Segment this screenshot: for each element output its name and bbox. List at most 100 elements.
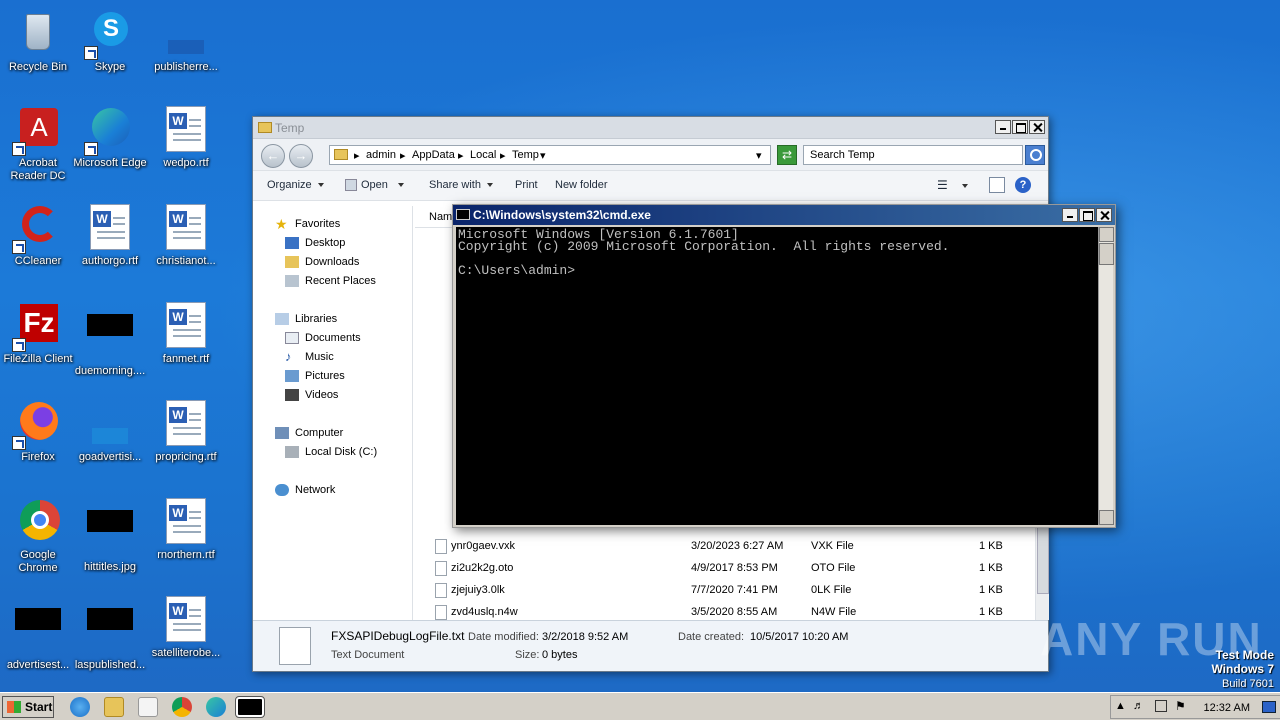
- print-button[interactable]: Print: [515, 179, 538, 191]
- cmd-window[interactable]: C:\Windows\system32\cmd.exe Microsoft Wi…: [452, 204, 1116, 528]
- desktop-icon-laspublished[interactable]: laspublished...: [72, 592, 148, 680]
- minimize-button[interactable]: [1062, 208, 1078, 222]
- minimize-button[interactable]: [995, 120, 1011, 134]
- image-file-icon: [86, 314, 134, 362]
- scrollbar-thumb[interactable]: [1099, 243, 1114, 265]
- computer-icon: [275, 427, 289, 439]
- desktop-icon-edge[interactable]: Microsoft Edge: [72, 102, 148, 190]
- cmd-taskbar-icon[interactable]: [235, 696, 265, 718]
- address-dropdown-icon[interactable]: ▾: [756, 149, 762, 162]
- ccleaner-icon: [12, 204, 62, 254]
- explorer-taskbar-icon[interactable]: [104, 697, 124, 717]
- show-hidden-icons-icon[interactable]: ▲: [1115, 700, 1126, 712]
- cmd-titlebar[interactable]: C:\Windows\system32\cmd.exe: [453, 205, 1115, 225]
- nav-videos[interactable]: Videos: [305, 387, 338, 403]
- desktop-icon-propricing[interactable]: W propricing.rtf: [148, 396, 224, 484]
- volume-icon[interactable]: ♬: [1133, 700, 1144, 712]
- back-button[interactable]: ←: [261, 144, 285, 168]
- desktop-icon-ccleaner[interactable]: CCleaner: [0, 200, 76, 288]
- scroll-up-button[interactable]: [1099, 227, 1114, 242]
- breadcrumb-appdata[interactable]: AppData: [412, 149, 455, 161]
- search-input[interactable]: Search Temp: [803, 145, 1023, 165]
- column-name[interactable]: Nam: [429, 211, 452, 223]
- desktop-icon-duemorning[interactable]: duemorning....: [72, 298, 148, 386]
- action-center-icon[interactable]: ⚑: [1175, 699, 1186, 713]
- nav-computer[interactable]: Computer: [295, 425, 343, 441]
- file-size: 1 KB: [979, 540, 1003, 552]
- preview-pane-icon[interactable]: [989, 177, 1005, 193]
- recycle-bin-icon: [14, 10, 62, 58]
- desktop-icon-chrome[interactable]: Google Chrome: [0, 494, 76, 582]
- table-row[interactable]: zi2u2k2g.oto 4/9/2017 8:53 PM OTO File 1…: [415, 558, 1035, 580]
- nav-network[interactable]: Network: [295, 482, 335, 498]
- details-size: 0 bytes: [542, 649, 578, 661]
- nav-libraries[interactable]: Libraries: [295, 311, 337, 327]
- nav-downloads[interactable]: Downloads: [305, 254, 359, 270]
- desktop-icon-acrobat[interactable]: A Acrobat Reader DC: [0, 102, 76, 190]
- nav-local-disk[interactable]: Local Disk (C:): [305, 444, 377, 460]
- maximize-button[interactable]: [1012, 120, 1028, 134]
- view-options-icon[interactable]: ☰: [937, 178, 968, 192]
- desktop-icon-filezilla[interactable]: Fz FileZilla Client: [0, 298, 76, 386]
- forward-button[interactable]: →: [289, 144, 313, 168]
- console-scrollbar[interactable]: [1098, 227, 1114, 525]
- organize-button[interactable]: Organize: [267, 179, 324, 191]
- desktop-icon-hittitles[interactable]: hittitles.jpg: [72, 494, 148, 582]
- edge-taskbar-icon[interactable]: [206, 697, 226, 717]
- internet-explorer-icon[interactable]: [70, 697, 90, 717]
- desktop-icon-wedpo[interactable]: W wedpo.rtf: [148, 102, 224, 190]
- nav-desktop[interactable]: Desktop: [305, 235, 345, 251]
- desktop-icon-fanmet[interactable]: W fanmet.rtf: [148, 298, 224, 386]
- desktop-icon-label: propricing.rtf: [155, 451, 217, 463]
- desktop-icon-label: Google Chrome: [18, 549, 58, 574]
- file-type: N4W File: [811, 606, 857, 618]
- desktop-icon-publisherre[interactable]: publisherre...: [148, 6, 224, 94]
- start-button[interactable]: Start: [2, 696, 54, 718]
- search-icon[interactable]: [1025, 145, 1045, 165]
- media-player-icon[interactable]: [138, 697, 158, 717]
- open-button[interactable]: Open: [345, 179, 404, 192]
- breadcrumb-admin[interactable]: admin: [366, 149, 396, 161]
- share-with-button[interactable]: Share with: [429, 179, 493, 191]
- nav-music[interactable]: Music: [305, 349, 334, 365]
- refresh-icon[interactable]: ⇄: [777, 145, 797, 165]
- desktop-icon-rnorthern[interactable]: W rnorthern.rtf: [148, 494, 224, 582]
- desktop-icon-goadvertisi[interactable]: goadvertisi...: [72, 396, 148, 484]
- breadcrumb-local[interactable]: Local: [470, 149, 496, 161]
- nav-recent-places[interactable]: Recent Places: [305, 273, 376, 289]
- console-output[interactable]: Microsoft Windows [Version 6.1.7601] Copy…: [456, 227, 1098, 525]
- explorer-titlebar[interactable]: Temp: [253, 117, 1048, 139]
- desktop-icon-firefox[interactable]: Firefox: [0, 396, 76, 484]
- pictures-icon: [285, 370, 299, 382]
- help-icon[interactable]: ?: [1015, 177, 1031, 193]
- nav-documents[interactable]: Documents: [305, 330, 361, 346]
- desktop-icon-satelliterobe[interactable]: W satelliterobe...: [148, 592, 224, 680]
- nav-pictures[interactable]: Pictures: [305, 368, 345, 384]
- desktop-icon-christianot[interactable]: W christianot...: [148, 200, 224, 288]
- desktop-icon-advertisest[interactable]: advertisest...: [0, 592, 76, 680]
- file-name: ynr0gaev.vxk: [451, 540, 515, 552]
- chevron-down-icon[interactable]: ▾: [540, 149, 546, 162]
- file-size: 1 KB: [979, 562, 1003, 574]
- address-bar-row: ← → ▸ admin ▸ AppData ▸ Local ▸ Temp ▾ ▾…: [253, 139, 1048, 171]
- scroll-down-button[interactable]: [1099, 510, 1114, 525]
- nav-favorites[interactable]: Favorites: [295, 216, 340, 232]
- new-folder-button[interactable]: New folder: [555, 179, 608, 191]
- maximize-button[interactable]: [1079, 208, 1095, 222]
- close-button[interactable]: [1029, 120, 1045, 134]
- console-line: Copyright (c) 2009 Microsoft Corporation…: [458, 239, 950, 254]
- desktop-icon-skype[interactable]: S Skype: [72, 6, 148, 94]
- desktop-icon-authorgo[interactable]: W authorgo.rtf: [72, 200, 148, 288]
- network-tray-icon[interactable]: [1155, 700, 1167, 712]
- breadcrumb-separator: ▸: [458, 150, 464, 162]
- desktop-icon-recycle-bin[interactable]: Recycle Bin: [0, 6, 76, 94]
- table-row[interactable]: zvd4uslq.n4w 3/5/2020 8:55 AM N4W File 1…: [415, 602, 1035, 620]
- show-desktop-icon[interactable]: [1262, 701, 1276, 713]
- address-bar[interactable]: ▸ admin ▸ AppData ▸ Local ▸ Temp ▾ ▾: [329, 145, 771, 165]
- chrome-taskbar-icon[interactable]: [172, 697, 192, 717]
- table-row[interactable]: zjejuiy3.0lk 7/7/2020 7:41 PM 0LK File 1…: [415, 580, 1035, 602]
- close-button[interactable]: [1096, 208, 1112, 222]
- table-row[interactable]: ynr0gaev.vxk 3/20/2023 6:27 AM VXK File …: [415, 536, 1035, 558]
- clock[interactable]: 12:32 AM: [1204, 702, 1250, 714]
- breadcrumb-temp[interactable]: Temp: [512, 149, 539, 161]
